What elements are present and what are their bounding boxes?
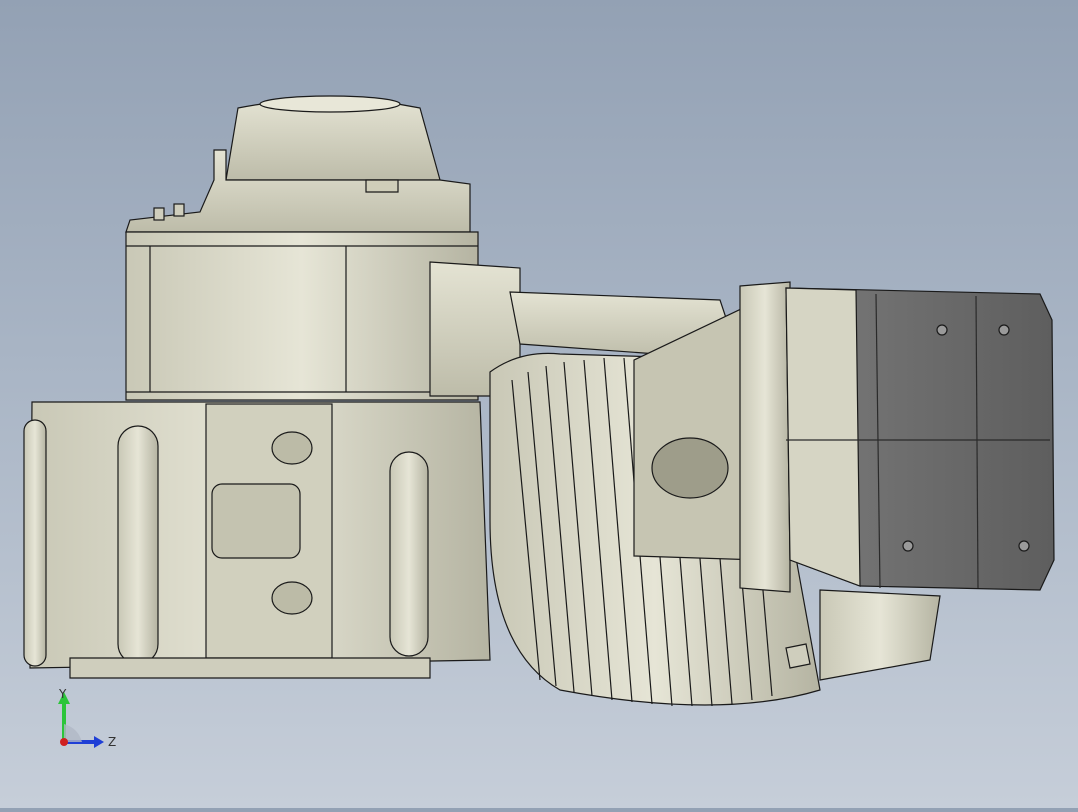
rib-2 xyxy=(117,425,159,665)
stud-1 xyxy=(153,207,165,221)
cover-bolt-1 xyxy=(936,324,948,336)
coordinate-triad: Y Z xyxy=(46,684,126,754)
x-axis-dot xyxy=(60,738,68,746)
z-arrow-icon xyxy=(94,736,104,748)
valve-cover xyxy=(785,287,1055,591)
cover-bolt-3 xyxy=(902,540,914,552)
z-axis-label: Z xyxy=(108,735,116,749)
y-axis-label: Y xyxy=(58,687,67,701)
cover-bolt-2 xyxy=(998,324,1010,336)
dome-cap xyxy=(259,95,401,113)
engine-model[interactable] xyxy=(0,0,1078,808)
upper-block xyxy=(125,231,479,401)
graphics-viewport[interactable] xyxy=(0,0,1078,808)
port-upper xyxy=(271,431,313,465)
port-lower xyxy=(271,581,313,615)
cover-bolt-4 xyxy=(1018,540,1030,552)
head-lower-fins xyxy=(819,589,941,681)
cylinder-head xyxy=(739,281,791,593)
center-slot xyxy=(211,483,301,559)
base-flange xyxy=(69,657,431,679)
spark-plug xyxy=(785,643,811,669)
stud-2 xyxy=(173,203,185,217)
rib-3 xyxy=(389,451,429,657)
left-rib xyxy=(23,419,47,667)
exhaust-port xyxy=(651,437,729,499)
dome-clip xyxy=(365,179,399,193)
